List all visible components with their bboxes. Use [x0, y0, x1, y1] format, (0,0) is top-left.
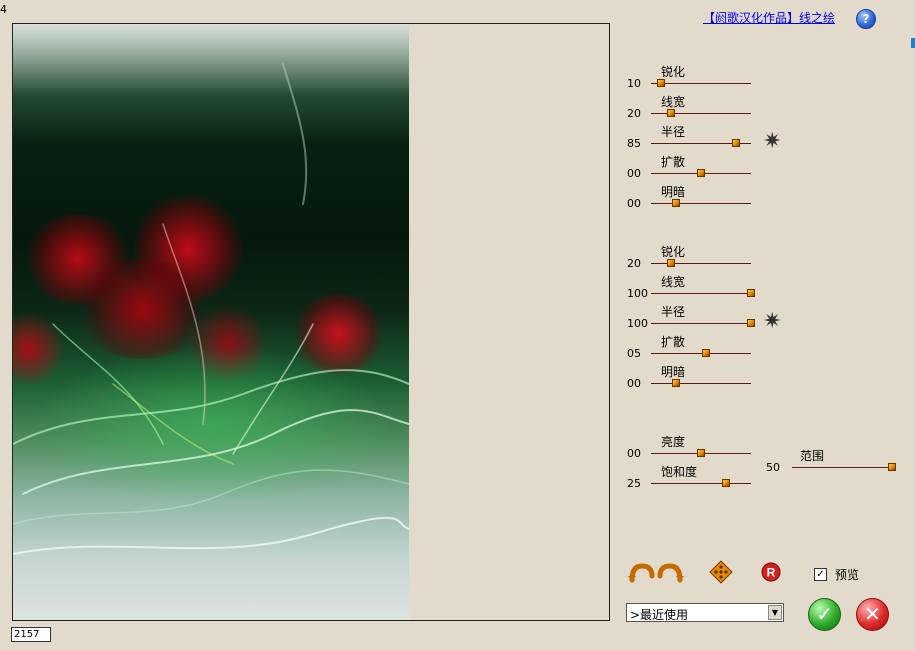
slider-track[interactable] — [651, 139, 751, 147]
reset-icon[interactable]: R — [761, 562, 781, 582]
window-edge-marker — [911, 38, 915, 48]
range-label: 范围 — [800, 449, 825, 463]
preview-image[interactable] — [13, 24, 409, 620]
slider-value: 00 — [627, 377, 641, 390]
slider-thumb[interactable] — [702, 349, 710, 357]
slider-track[interactable] — [651, 379, 751, 387]
slider-value: 00 — [627, 197, 641, 210]
slider-label: 半径 — [661, 305, 686, 319]
slider-thumb[interactable] — [697, 449, 705, 457]
slider-thumb[interactable] — [657, 79, 665, 87]
slider-value: 100 — [627, 287, 648, 300]
preview-checkbox[interactable]: ✓ — [814, 568, 827, 581]
slider-thumb[interactable] — [672, 379, 680, 387]
slider-value: 05 — [627, 347, 641, 360]
slider-track[interactable] — [651, 479, 751, 487]
slider-thumb[interactable] — [697, 169, 705, 177]
corner-marker: 4 — [0, 3, 7, 16]
preview-label: 预览 — [835, 568, 860, 582]
slider-track[interactable] — [651, 199, 751, 207]
sharpen-slider-2[interactable]: 锐化 20 — [625, 244, 825, 274]
cancel-button[interactable]: ✕ — [856, 598, 889, 631]
slider-thumb[interactable] — [722, 479, 730, 487]
light-strokes — [13, 63, 409, 555]
slider-label: 饱和度 — [661, 465, 698, 479]
slider-thumb[interactable] — [888, 463, 896, 471]
slider-label: 亮度 — [661, 435, 686, 449]
slider-value: 25 — [627, 477, 641, 490]
svg-text:R: R — [767, 566, 776, 580]
starburst-icon[interactable]: ✷ — [763, 311, 781, 333]
light-dark-slider-2[interactable]: 明暗 00 — [625, 364, 825, 394]
slider-track[interactable] — [651, 319, 755, 327]
starburst-icon[interactable]: ✷ — [763, 131, 781, 153]
slider-thumb[interactable] — [747, 289, 755, 297]
brightness-slider[interactable]: 亮度 00 — [625, 434, 825, 464]
slider-value: 00 — [627, 167, 641, 180]
slider-value: 20 — [627, 107, 641, 120]
slider-thumb[interactable] — [732, 139, 740, 147]
slider-label: 明暗 — [661, 365, 686, 379]
slider-thumb[interactable] — [672, 199, 680, 207]
slider-track[interactable] — [651, 259, 751, 267]
slider-track[interactable] — [651, 169, 751, 177]
coordinates-readout: 2157 — [11, 627, 51, 642]
preview-toggle[interactable]: ✓ 预览 — [814, 566, 859, 583]
slider-label: 扩散 — [661, 335, 686, 349]
diffuse-slider-2[interactable]: 扩散 05 — [625, 334, 825, 364]
slider-value: 100 — [627, 317, 648, 330]
slider-label: 明暗 — [661, 185, 686, 199]
light-dark-slider-1[interactable]: 明暗 00 — [625, 184, 825, 214]
recent-presets-select[interactable]: >最近使用 ▼ — [626, 603, 784, 622]
sharpen-slider-1[interactable]: 锐化 10 — [625, 64, 825, 94]
slider-label: 半径 — [661, 125, 686, 139]
line-width-slider-1[interactable]: 线宽 20 — [625, 94, 825, 124]
ok-button[interactable]: ✓ — [808, 598, 841, 631]
radius-slider-1[interactable]: 半径 85 — [625, 124, 825, 154]
chevron-down-icon[interactable]: ▼ — [768, 605, 782, 620]
slider-track[interactable] — [651, 349, 751, 357]
slider-thumb[interactable] — [747, 319, 755, 327]
slider-track[interactable] — [651, 449, 751, 457]
slider-label: 锐化 — [661, 65, 686, 79]
selected-preset: >最近使用 — [630, 608, 689, 622]
help-icon[interactable]: ? — [856, 9, 876, 29]
saturation-slider[interactable]: 饱和度 25 — [625, 464, 825, 494]
slider-value: 85 — [627, 137, 641, 150]
random-dice-icon[interactable] — [709, 560, 733, 584]
slider-value: 20 — [627, 257, 641, 270]
line-width-slider-2[interactable]: 线宽 100 — [625, 274, 825, 304]
preview-area[interactable] — [12, 23, 610, 621]
range-value: 50 — [766, 461, 780, 474]
slider-thumb[interactable] — [667, 109, 675, 117]
slider-label: 扩散 — [661, 155, 686, 169]
slider-track[interactable] — [651, 289, 755, 297]
slider-label: 线宽 — [661, 95, 686, 109]
slider-value: 10 — [627, 77, 641, 90]
slider-label: 锐化 — [661, 245, 686, 259]
plugin-title-link[interactable]: 【阏歌汉化作品】线之绘 — [703, 9, 835, 26]
slider-label: 线宽 — [661, 275, 686, 289]
radius-slider-2[interactable]: 半径 100 — [625, 304, 825, 334]
slider-thumb[interactable] — [667, 259, 675, 267]
slider-value: 00 — [627, 447, 641, 460]
undo-redo-icon[interactable] — [628, 560, 684, 584]
slider-track[interactable] — [651, 109, 751, 117]
slider-track[interactable] — [651, 79, 751, 87]
diffuse-slider-1[interactable]: 扩散 00 — [625, 154, 825, 184]
range-slider[interactable] — [792, 463, 896, 471]
